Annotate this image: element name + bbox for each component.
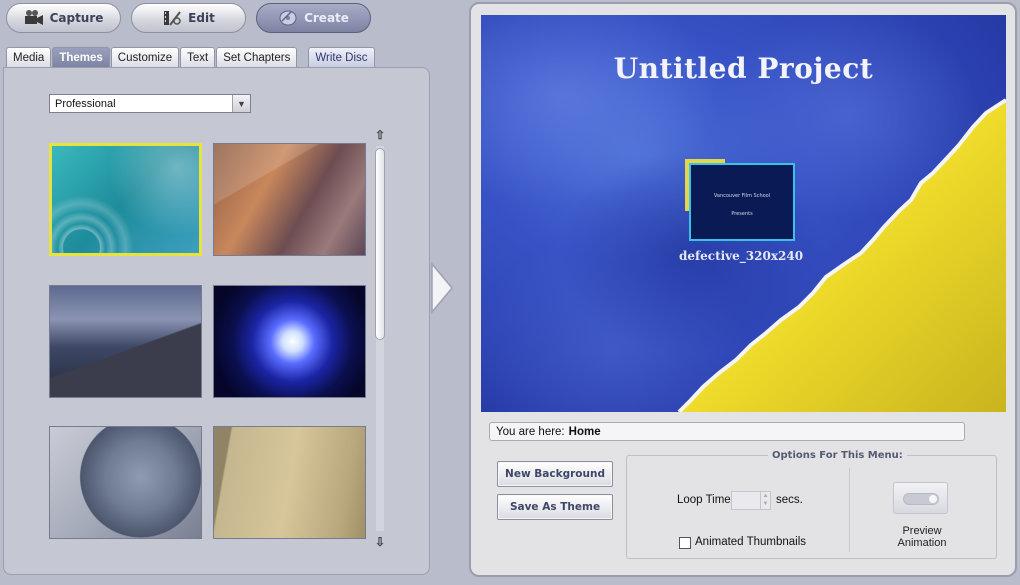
options-title: Options For This Menu: <box>768 450 907 461</box>
preview-animation-label: Preview Animation <box>897 525 947 549</box>
project-title[interactable]: Untitled Project <box>481 52 1006 85</box>
scrollbar-thumb[interactable] <box>375 148 385 340</box>
menu-preview-panel: Untitled Project Vancouver Film School P… <box>469 2 1017 577</box>
theme-thumbnail-1[interactable] <box>49 143 202 256</box>
theme-category-dropdown[interactable]: Professional ▼ <box>49 94 251 113</box>
loop-time-unit: secs. <box>776 494 803 506</box>
menu-preview: Untitled Project Vancouver Film School P… <box>481 15 1006 412</box>
loop-time-spinner[interactable]: ▲ ▼ <box>760 492 770 509</box>
create-tabs: Media Themes Customize Text Set Chapters… <box>6 47 376 67</box>
scroll-up-icon[interactable]: ⇧ <box>373 128 387 142</box>
theme-thumbnail-6[interactable] <box>213 426 366 539</box>
loop-time-label: Loop Time <box>677 494 731 506</box>
edit-label: Edit <box>188 11 215 25</box>
themes-panel: Professional ▼ ⇧ ⇩ <box>3 67 430 575</box>
chevron-down-icon[interactable]: ▼ <box>232 95 250 112</box>
tab-write-disc[interactable]: Write Disc <box>308 47 375 67</box>
preview-animation-toggle[interactable] <box>893 482 948 514</box>
animated-thumbnails-label: Animated Thumbnails <box>695 536 807 548</box>
thumbnail-text-line-2: Presents <box>731 211 753 217</box>
disc-icon <box>279 10 297 26</box>
capture-label: Capture <box>49 11 104 25</box>
create-label: Create <box>304 11 349 25</box>
apply-arrow-icon[interactable] <box>430 262 454 314</box>
scroll-down-icon[interactable]: ⇩ <box>373 535 387 549</box>
options-divider <box>849 468 850 552</box>
animated-thumbnails-checkbox[interactable] <box>679 537 691 549</box>
theme-thumbnail-3[interactable] <box>49 285 202 398</box>
new-background-button[interactable]: New Background <box>497 461 613 487</box>
breadcrumb: You are here: Home <box>489 422 965 441</box>
loop-time-input[interactable]: ▲ ▼ <box>731 491 771 510</box>
theme-thumbnail-2[interactable] <box>213 143 366 256</box>
edit-mode-button[interactable]: Edit <box>131 3 246 33</box>
tab-themes[interactable]: Themes <box>52 47 110 67</box>
menu-options-group: Options For This Menu: Loop Time ▲ ▼ secs… <box>626 450 997 559</box>
theme-category-value: Professional <box>55 97 116 110</box>
create-mode-button[interactable]: Create <box>256 3 371 33</box>
camera-icon <box>24 10 43 25</box>
breadcrumb-label: You are here: <box>496 425 565 438</box>
film-edit-icon <box>164 11 181 26</box>
menu-button-thumbnail[interactable]: Vancouver Film School Presents <box>685 159 795 241</box>
theme-thumbnail-4[interactable] <box>213 285 366 398</box>
thumbnail-text-line-1: Vancouver Film School <box>713 193 771 199</box>
theme-thumbnail-5[interactable] <box>49 426 202 539</box>
menu-button-caption[interactable]: defective_320x240 <box>676 249 806 264</box>
save-as-theme-button[interactable]: Save As Theme <box>497 494 613 520</box>
tab-customize[interactable]: Customize <box>110 47 180 67</box>
tab-text[interactable]: Text <box>180 47 216 67</box>
capture-mode-button[interactable]: Capture <box>6 3 121 33</box>
tab-media[interactable]: Media <box>6 47 52 67</box>
breadcrumb-location[interactable]: Home <box>569 426 601 438</box>
tab-set-chapters[interactable]: Set Chapters <box>216 47 298 67</box>
